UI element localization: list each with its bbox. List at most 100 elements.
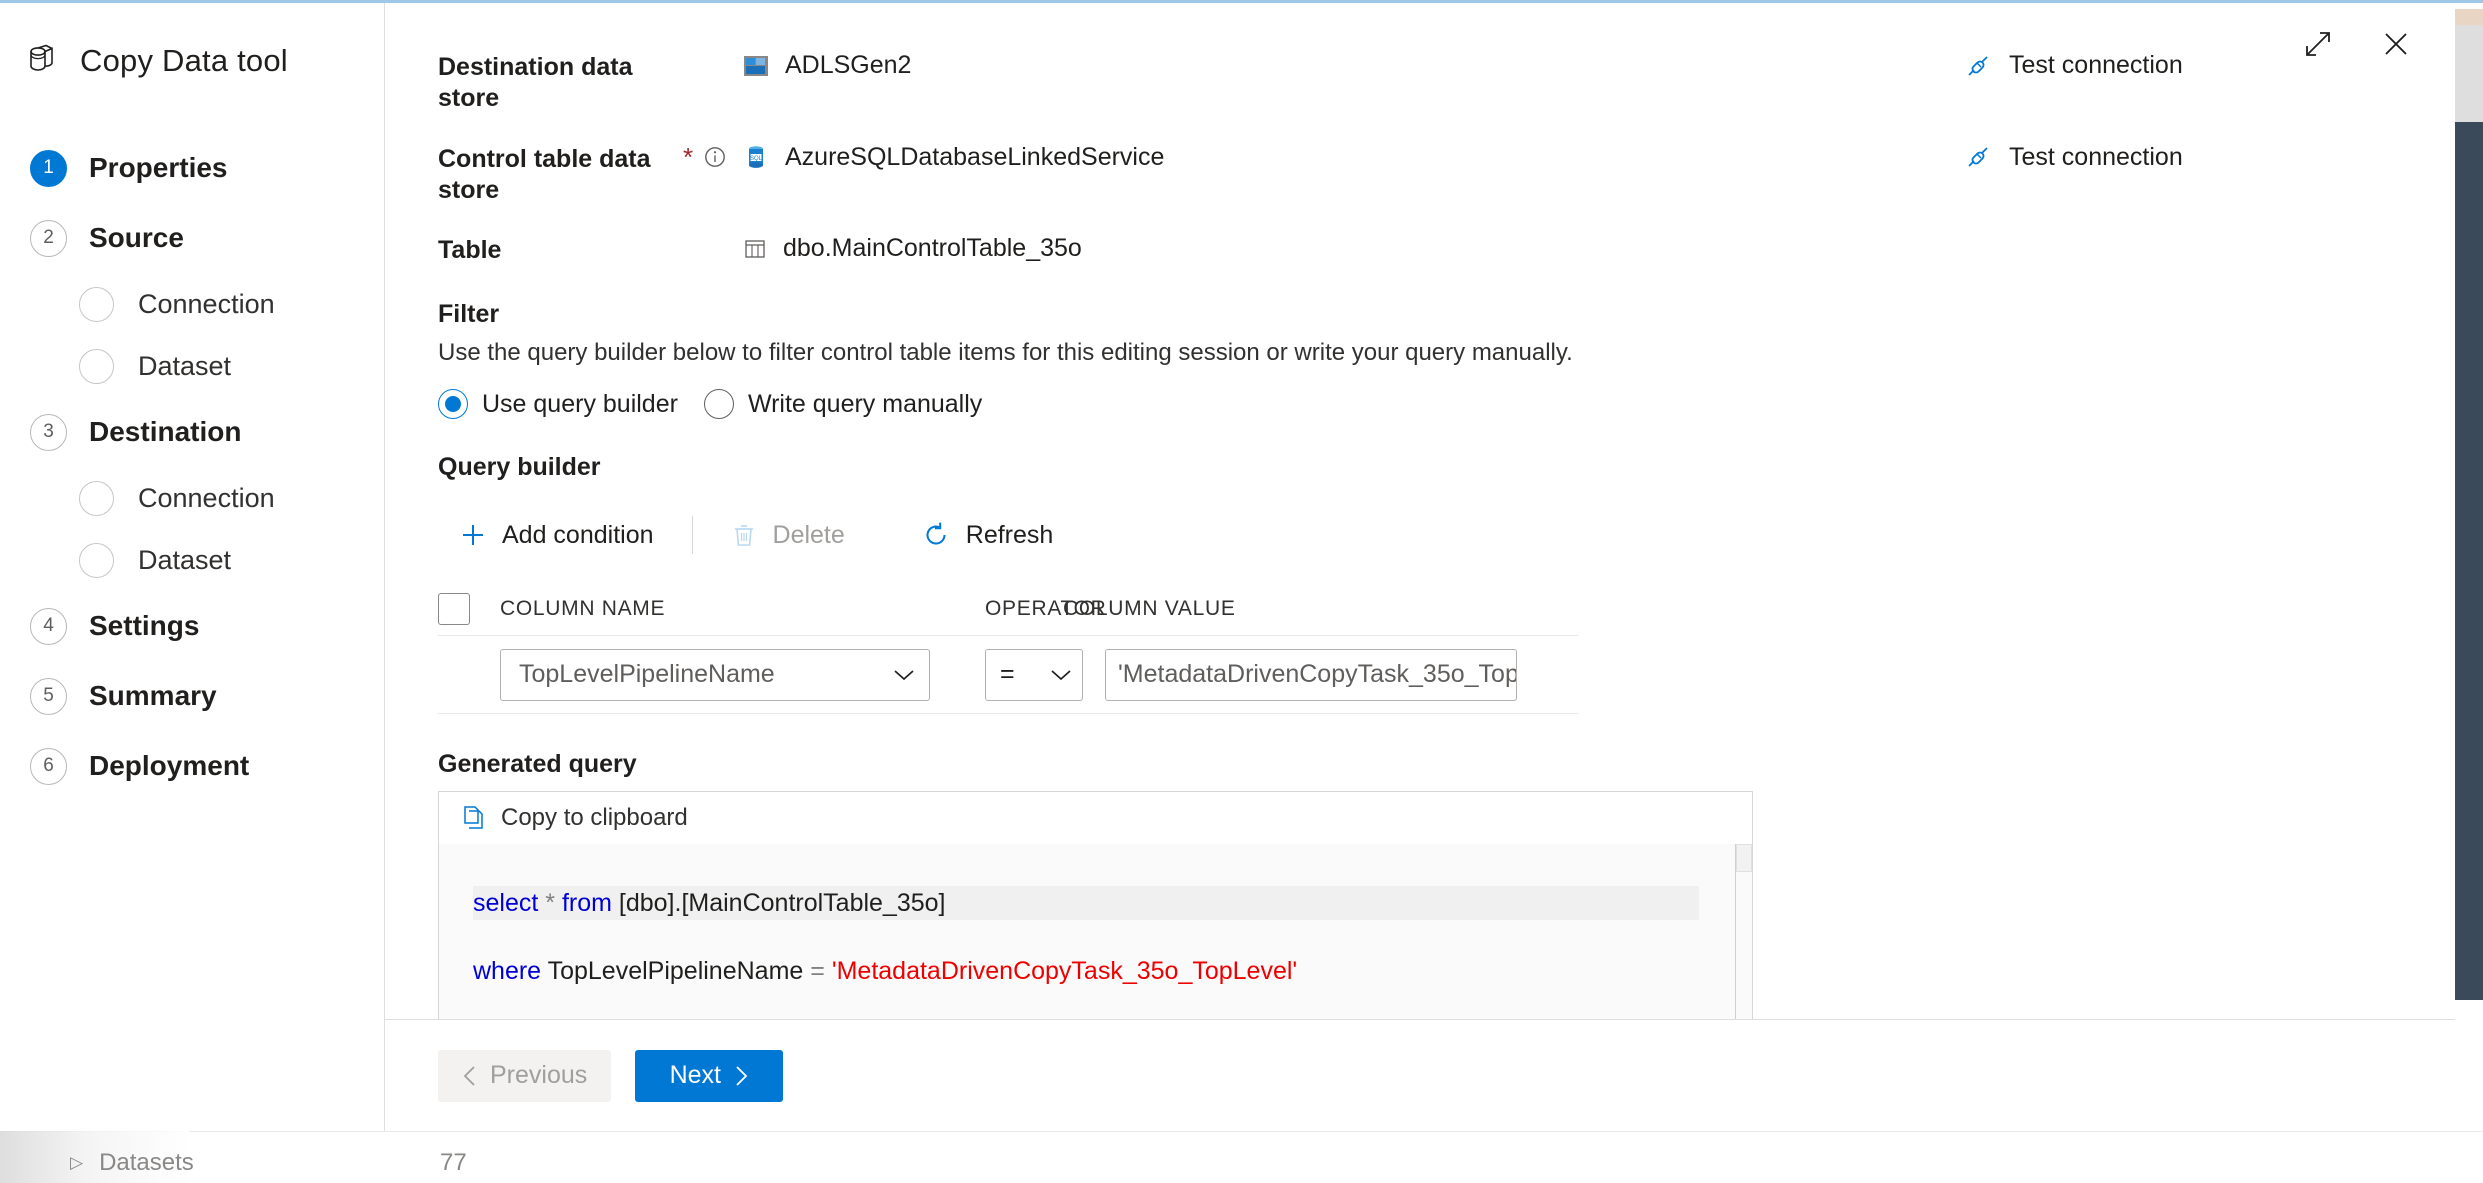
column-value-input[interactable]: 'MetadataDrivenCopyTask_35o_TopLeve: [1105, 648, 1517, 701]
previous-button[interactable]: Previous: [438, 1049, 612, 1102]
field-required-marker: [683, 49, 743, 52]
sql-database-icon: SQL: [743, 144, 769, 170]
step-label: Properties: [89, 152, 228, 183]
test-connection-label: Test connection: [2009, 51, 2183, 79]
field-value-table[interactable]: dbo.MainControlTable_35o: [743, 232, 1965, 263]
code-scrollbar-thumb[interactable]: [1736, 844, 1752, 873]
page-title: Copy Data tool: [80, 43, 288, 78]
step-number-badge: 5: [30, 677, 67, 715]
radio-indicator-icon: [438, 389, 468, 420]
sidebar-substep-destination-connection[interactable]: Connection: [0, 467, 384, 529]
plug-icon: [1965, 53, 1991, 79]
step-number-badge: 2: [30, 219, 67, 257]
form-row-control-table-data-store: Control table data store * SQL AzureSQLD…: [438, 141, 2395, 207]
refresh-icon: [922, 521, 950, 549]
scrollbar-thumb-upper[interactable]: [2455, 25, 2483, 122]
field-required-marker: [683, 232, 743, 235]
radio-use-query-builder[interactable]: Use query builder: [438, 389, 678, 420]
add-condition-button[interactable]: Add condition: [438, 513, 676, 558]
adls-gen2-icon: [743, 53, 769, 79]
operator-dropdown[interactable]: =: [985, 648, 1083, 701]
field-value-text: dbo.MainControlTable_35o: [783, 234, 1082, 262]
query-builder-toolbar: Add condition Delete Refresh: [438, 504, 2395, 566]
copy-to-clipboard-label: Copy to clipboard: [501, 804, 688, 832]
next-button[interactable]: Next: [635, 1049, 784, 1102]
step-number-badge: 1: [30, 149, 67, 187]
field-value-control-table-data-store[interactable]: SQL AzureSQLDatabaseLinkedService: [743, 141, 1965, 172]
field-label: Control table data store: [438, 144, 651, 204]
table-icon: [743, 237, 767, 261]
copy-to-clipboard-button[interactable]: Copy to clipboard: [439, 792, 1752, 844]
database-icon: [26, 44, 60, 78]
sidebar-step-source[interactable]: 2 Source: [0, 203, 384, 273]
collapsed-chevron-icon[interactable]: ▷: [70, 1153, 83, 1173]
test-connection-link-control-table[interactable]: Test connection: [1965, 141, 2395, 172]
close-icon[interactable]: [2377, 25, 2415, 63]
svg-text:SQL: SQL: [750, 156, 763, 162]
step-label: Deployment: [89, 750, 250, 781]
field-value-destination-data-store[interactable]: ADLSGen2: [743, 49, 1965, 80]
step-label: Summary: [89, 680, 217, 711]
tree-item-datasets[interactable]: ▷ Datasets: [0, 1143, 400, 1183]
expand-icon[interactable]: [2299, 25, 2337, 63]
substep-label: Dataset: [138, 350, 232, 381]
step-label: Settings: [89, 610, 200, 641]
column-name-value: TopLevelPipelineName: [519, 660, 775, 689]
sidebar-substep-destination-dataset[interactable]: Dataset: [0, 529, 384, 591]
query-builder-grid: COLUMN NAME OPERATOR COLUMN VALUE TopLev…: [438, 582, 1578, 715]
required-asterisk: *: [683, 141, 694, 172]
substep-label: Dataset: [138, 544, 232, 575]
step-label: Destination: [89, 416, 242, 447]
info-icon[interactable]: [703, 145, 727, 169]
filter-description: Use the query builder below to filter co…: [438, 339, 1573, 367]
code-text: select * from [dbo].[MainControlTable_35…: [439, 844, 1752, 1019]
table-row: TopLevelPipelineName = 'MetadataDrivenCo…: [438, 636, 1578, 715]
test-connection-placeholder: [1965, 232, 2395, 234]
row-column-name-cell: TopLevelPipelineName: [500, 648, 985, 701]
generated-query-box: Copy to clipboard select * from [dbo].[M…: [438, 791, 1753, 1019]
sidebar-substep-source-connection[interactable]: Connection: [0, 273, 384, 335]
window-controls: [2299, 25, 2415, 63]
refresh-button[interactable]: Refresh: [900, 513, 1076, 558]
plug-icon: [1965, 144, 1991, 170]
step-label: Source: [89, 222, 184, 253]
row-operator-cell: =: [985, 648, 1105, 701]
code-vertical-scrollbar[interactable]: [1735, 844, 1752, 1019]
page-vertical-scrollbar[interactable]: [2455, 0, 2483, 1131]
scrollbar-thumb[interactable]: [2455, 122, 2483, 1000]
next-label: Next: [669, 1061, 721, 1089]
chevron-right-icon: [733, 1065, 749, 1087]
blade-content: Destination data store ADLSGen2 Test con…: [385, 3, 2455, 1131]
substep-circle-icon: [79, 542, 114, 578]
sidebar-step-settings[interactable]: 4 Settings: [0, 591, 384, 661]
delete-button[interactable]: Delete: [709, 513, 867, 558]
sidebar-substep-source-dataset[interactable]: Dataset: [0, 335, 384, 397]
sidebar-step-summary[interactable]: 5 Summary: [0, 661, 384, 731]
sidebar-step-deployment[interactable]: 6 Deployment: [0, 731, 384, 801]
select-all-cell: [438, 592, 500, 625]
radio-indicator-icon: [703, 389, 734, 420]
wizard-sidebar: Copy Data tool 1 Properties 2 Source Con…: [0, 3, 385, 1131]
sidebar-step-properties[interactable]: 1 Properties: [0, 133, 384, 203]
column-name-dropdown[interactable]: TopLevelPipelineName: [500, 648, 930, 701]
generated-query-code[interactable]: select * from [dbo].[MainControlTable_35…: [439, 844, 1752, 1019]
step-number-badge: 6: [30, 747, 67, 785]
select-all-checkbox[interactable]: [438, 592, 470, 625]
sidebar-step-destination[interactable]: 3 Destination: [0, 397, 384, 467]
filter-mode-radio-group: Use query builder Write query manually: [438, 389, 2395, 420]
add-condition-label: Add condition: [502, 520, 654, 549]
grid-header-row: COLUMN NAME OPERATOR COLUMN VALUE: [438, 582, 1578, 637]
row-column-value-cell: 'MetadataDrivenCopyTask_35o_TopLeve: [1105, 648, 1578, 701]
column-header-column-name[interactable]: COLUMN NAME: [500, 597, 985, 621]
form-row-table: Table dbo.MainControlTable_35o: [438, 232, 2395, 266]
radio-write-query-manually[interactable]: Write query manually: [703, 389, 982, 420]
code-line: where TopLevelPipelineName = 'MetadataDr…: [473, 957, 1298, 986]
column-header-operator[interactable]: OPERATOR: [985, 597, 1106, 621]
blade-header: Copy Data tool: [0, 43, 384, 79]
filter-heading: Filter: [438, 300, 500, 329]
delete-label: Delete: [772, 520, 845, 549]
field-label: Table: [438, 236, 502, 264]
tree-item-label: Datasets: [99, 1149, 194, 1176]
refresh-label: Refresh: [965, 520, 1054, 549]
column-header-column-value[interactable]: COLUMN VALUE: [1063, 597, 1578, 621]
